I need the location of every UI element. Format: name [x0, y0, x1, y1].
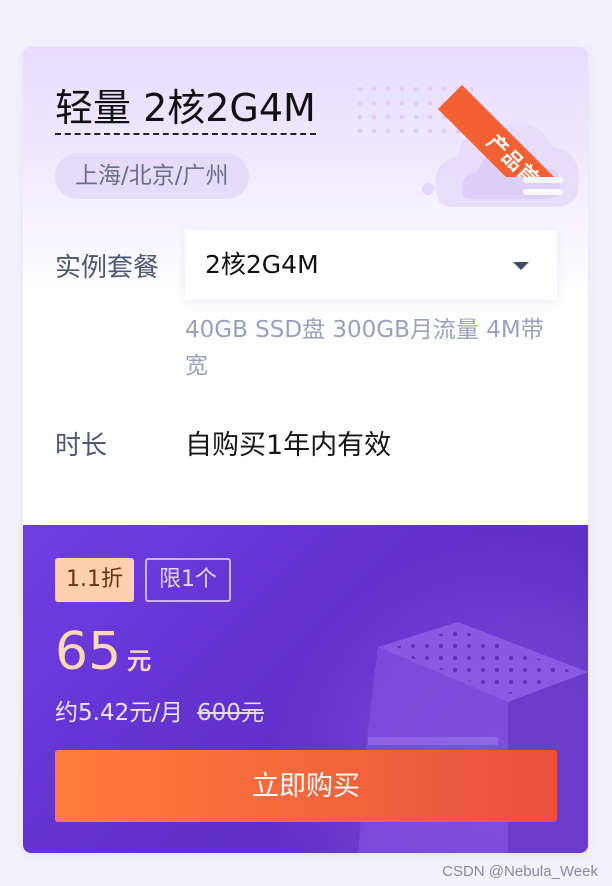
plan-spec: 40GB SSD盘 300GB月流量 4M带宽 — [185, 317, 544, 379]
price-unit: 元 — [127, 647, 152, 675]
chevron-down-icon — [513, 262, 529, 270]
monthly-price-value: 约5.42元/月 — [55, 700, 183, 726]
plan-select-value: 2核2G4M — [205, 250, 319, 279]
first-order-ribbon: 产品首单 — [438, 85, 588, 177]
original-price: 600元 — [196, 700, 264, 726]
watermark: CSDN @Nebula_Week — [442, 863, 598, 880]
buy-now-button[interactable]: 立即购买 — [55, 750, 557, 822]
product-card: 轻量 2核2G4M 上海/北京/广州 产品首单 实例套餐 2核2G4M 40GB… — [23, 47, 588, 853]
purchase-panel: 1.1折 限1个 65 元 约5.42元/月 600元 立即购买 — [23, 525, 588, 853]
ribbon-corner: 产品首单 — [438, 47, 588, 177]
limit-badge: 限1个 — [145, 558, 231, 602]
duration-value: 自购买1年内有效 — [185, 430, 392, 461]
discount-badge: 1.1折 — [55, 558, 134, 602]
price: 65 元 — [55, 620, 151, 693]
duration-label: 时长 — [55, 431, 108, 461]
plan-label: 实例套餐 — [55, 253, 160, 283]
price-value: 65 — [55, 622, 122, 682]
plan-select[interactable]: 2核2G4M — [185, 230, 557, 300]
product-title[interactable]: 轻量 2核2G4M — [55, 85, 316, 135]
region-tag: 上海/北京/广州 — [55, 153, 249, 199]
monthly-price: 约5.42元/月 600元 — [55, 693, 264, 727]
